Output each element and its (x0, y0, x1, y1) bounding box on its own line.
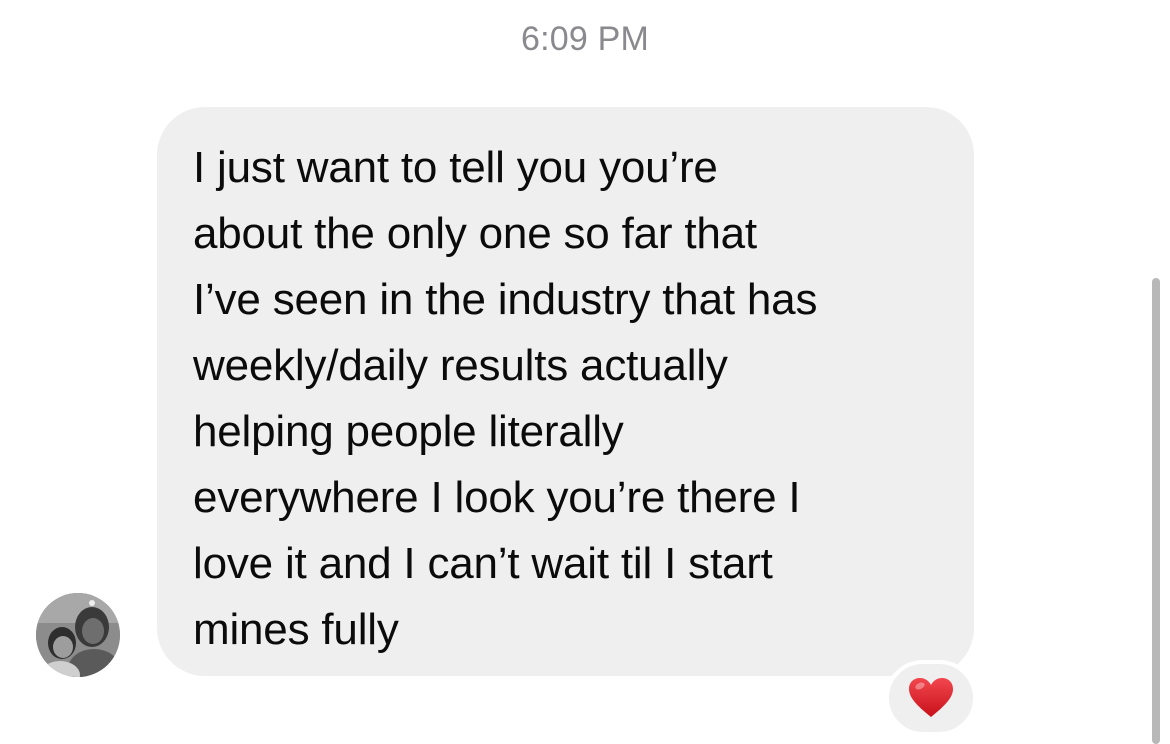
scrollbar[interactable] (1152, 278, 1160, 744)
reaction-badge[interactable] (885, 660, 977, 736)
heart-icon (909, 678, 953, 717)
sender-avatar[interactable] (36, 593, 120, 677)
message-bubble[interactable]: I just want to tell you you’re about the… (157, 107, 974, 676)
message-timestamp: 6:09 PM (520, 20, 650, 58)
avatar-photo (36, 593, 120, 677)
message-text: I just want to tell you you’re about the… (193, 143, 818, 654)
